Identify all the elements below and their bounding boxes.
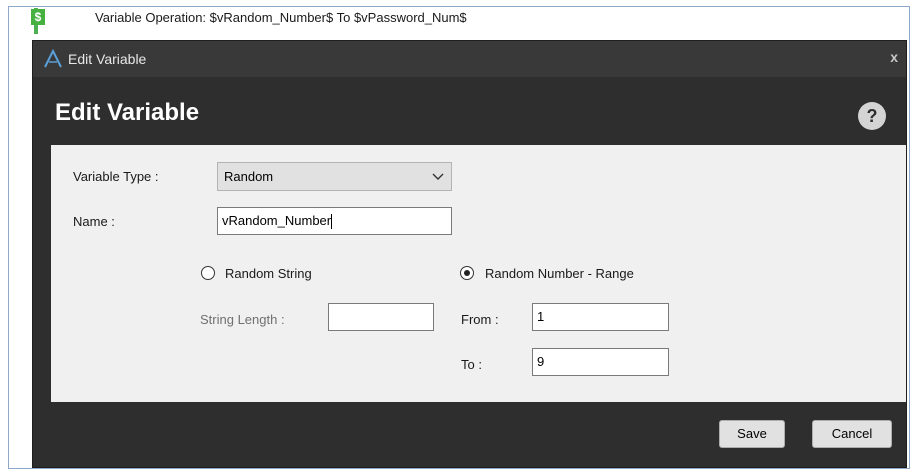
dollar-icon[interactable]: $ xyxy=(31,9,45,25)
random-string-radio[interactable] xyxy=(201,266,215,280)
from-label: From : xyxy=(461,312,499,327)
cancel-button[interactable]: Cancel xyxy=(812,420,892,448)
variable-type-value: Random xyxy=(224,169,274,184)
variable-form-panel: Variable Type : Random Name : vRandom_Nu… xyxy=(51,145,906,402)
edit-variable-dialog: Edit Variable x Edit Variable ? Variable… xyxy=(32,40,907,468)
to-field[interactable]: 9 xyxy=(532,348,669,376)
variable-operation-node[interactable]: Variable Operation: $vRandom_Number$ To … xyxy=(95,10,467,25)
random-string-label[interactable]: Random String xyxy=(225,266,312,281)
help-icon[interactable]: ? xyxy=(858,102,886,130)
string-length-label: String Length : xyxy=(200,312,285,327)
chevron-down-icon xyxy=(432,173,444,180)
to-label: To : xyxy=(461,357,482,372)
name-field-value: vRandom_Number xyxy=(222,213,332,228)
name-label: Name : xyxy=(73,214,115,229)
close-icon[interactable]: x xyxy=(890,49,898,65)
random-number-range-radio[interactable] xyxy=(460,266,474,280)
variable-type-label: Variable Type : xyxy=(73,169,159,184)
name-field[interactable]: vRandom_Number xyxy=(217,207,452,235)
from-field[interactable]: 1 xyxy=(532,303,669,331)
string-length-field[interactable] xyxy=(328,303,434,331)
variable-type-select[interactable]: Random xyxy=(217,162,452,191)
dialog-titlebar[interactable]: Edit Variable x xyxy=(33,41,906,77)
random-number-range-label[interactable]: Random Number - Range xyxy=(485,266,634,281)
window-title: Edit Variable xyxy=(68,51,147,67)
page-title: Edit Variable xyxy=(55,99,200,126)
app-logo-icon xyxy=(44,49,62,68)
save-button[interactable]: Save xyxy=(719,420,785,448)
text-caret xyxy=(331,214,333,230)
